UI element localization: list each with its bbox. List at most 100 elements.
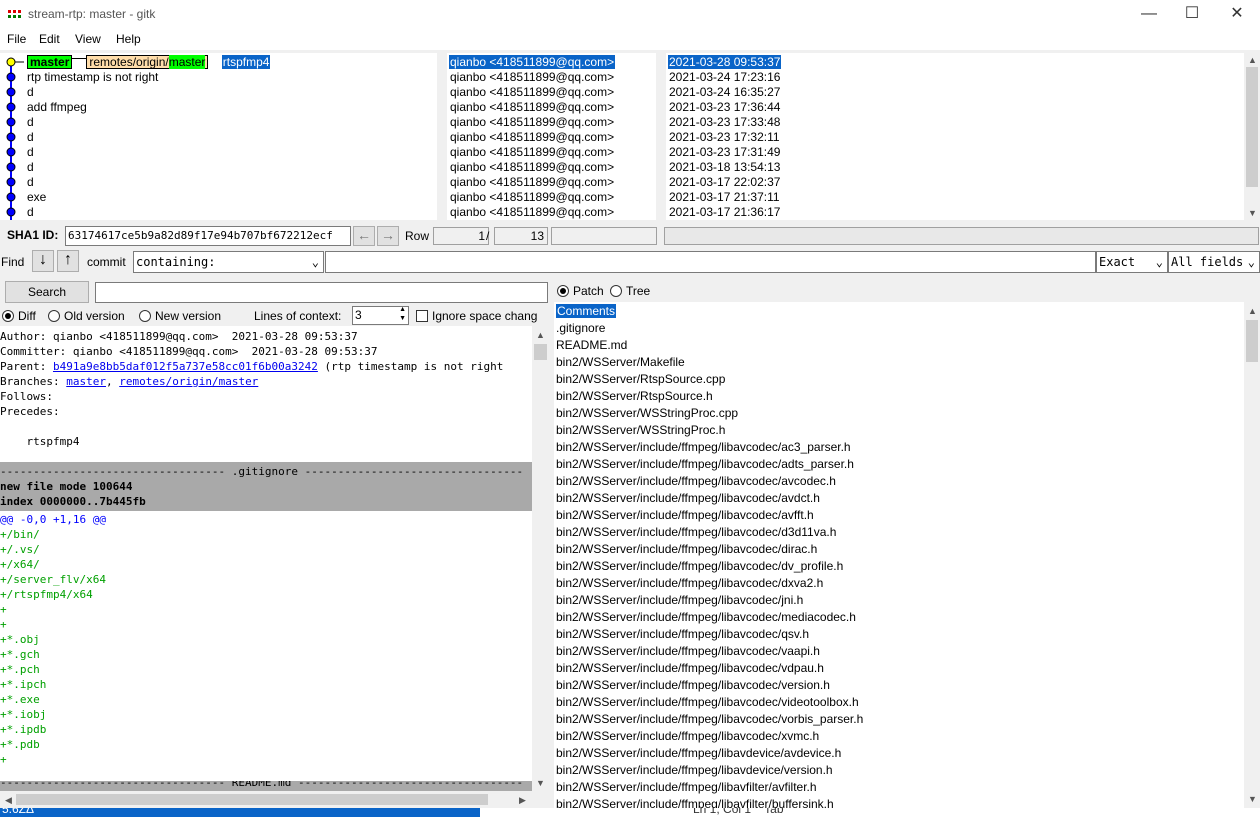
fields-select[interactable]: All fields ⌄ <box>1168 251 1260 273</box>
find-input[interactable] <box>325 251 1096 273</box>
date-cell-selected[interactable]: 2021-03-28 09:53:37 <box>668 55 782 69</box>
menu-file[interactable]: File <box>7 32 26 46</box>
author-cell[interactable]: qianbo <418511899@qq.com> <box>450 85 614 100</box>
ignore-space-checkbox[interactable]: Ignore space chang <box>416 309 543 323</box>
file-item[interactable]: bin2/WSServer/include/ffmpeg/libavcodec/… <box>556 558 843 575</box>
date-cell[interactable]: 2021-03-17 22:02:37 <box>669 175 780 190</box>
search-button[interactable]: Search <box>5 281 89 303</box>
commit-row[interactable]: d <box>27 115 34 130</box>
minimize-button[interactable]: — <box>1126 0 1172 30</box>
match-type-select[interactable]: Exact ⌄ <box>1096 251 1168 273</box>
author-cell[interactable]: qianbo <418511899@qq.com> <box>450 130 614 145</box>
scroll-up-icon[interactable]: ▲ <box>1244 304 1260 318</box>
file-item-comments[interactable]: Comments <box>556 304 617 318</box>
author-cell[interactable]: qianbo <418511899@qq.com> <box>450 115 614 130</box>
scroll-thumb[interactable] <box>16 794 488 805</box>
close-button[interactable]: ✕ <box>1214 0 1260 30</box>
scroll-thumb[interactable] <box>1246 67 1258 187</box>
menu-edit[interactable]: Edit <box>39 32 60 46</box>
commit-row-head[interactable]: master remotes/origin/master rtspfmp4 <box>27 55 271 70</box>
maximize-button[interactable]: ☐ <box>1169 0 1215 30</box>
scroll-right-icon[interactable]: ▶ <box>514 793 531 807</box>
file-item[interactable]: bin2/WSServer/include/ffmpeg/libavcodec/… <box>556 728 819 745</box>
menu-view[interactable]: View <box>75 32 101 46</box>
file-item[interactable]: bin2/WSServer/include/ffmpeg/libavcodec/… <box>556 694 859 711</box>
remote-branch-tag[interactable]: remotes/origin/master <box>86 55 209 69</box>
author-cell[interactable]: qianbo <418511899@qq.com> <box>450 70 614 85</box>
commit-list-pane[interactable]: master remotes/origin/master rtspfmp4 rtp… <box>0 53 437 220</box>
file-item[interactable]: bin2/WSServer/include/ffmpeg/libavcodec/… <box>556 456 854 473</box>
file-list-pane[interactable]: Comments .gitignore README.md bin2/WSSer… <box>554 302 1244 808</box>
commit-row[interactable]: add ffmpeg <box>27 100 87 115</box>
file-item[interactable]: bin2/WSServer/Makefile <box>556 354 685 371</box>
spinner-arrows-icon[interactable]: ▲ ▼ <box>399 307 406 323</box>
diff-hscrollbar[interactable]: ◀ ▶ <box>0 791 532 808</box>
commit-row[interactable]: d <box>27 205 34 220</box>
head-branch-tag[interactable]: master <box>27 55 73 69</box>
commit-row[interactable]: d <box>27 85 34 100</box>
date-cell[interactable]: 2021-03-24 17:23:16 <box>669 70 780 85</box>
menu-help[interactable]: Help <box>116 32 141 46</box>
file-item[interactable]: bin2/WSServer/include/ffmpeg/libavcodec/… <box>556 490 820 507</box>
diff-radio[interactable]: Diff <box>2 309 36 323</box>
author-cell[interactable]: qianbo <418511899@qq.com> <box>450 205 614 220</box>
date-cell[interactable]: 2021-03-17 21:37:11 <box>669 190 780 205</box>
scroll-thumb[interactable] <box>534 344 547 360</box>
file-item[interactable]: bin2/WSServer/include/ffmpeg/libavcodec/… <box>556 575 823 592</box>
find-prev-button[interactable]: ↑ <box>57 250 79 272</box>
parent-hash-link[interactable]: b491a9e8bb5daf012f5a737e58cc01f6b00a3242 <box>53 360 318 373</box>
file-item[interactable]: bin2/WSServer/RtspSource.cpp <box>556 371 725 388</box>
file-item[interactable]: bin2/WSServer/WSStringProc.cpp <box>556 405 738 422</box>
date-list-pane[interactable]: 2021-03-28 09:53:37 2021-03-24 17:23:16 … <box>666 53 1244 220</box>
file-item[interactable]: bin2/WSServer/include/ffmpeg/libavfilter… <box>556 779 817 796</box>
file-item[interactable]: bin2/WSServer/include/ffmpeg/libavcodec/… <box>556 439 851 456</box>
context-spinbox[interactable]: 3 ▲ ▼ <box>352 306 409 325</box>
commit-row[interactable]: d <box>27 145 34 160</box>
scroll-up-icon[interactable]: ▲ <box>1244 53 1260 67</box>
diff-vscrollbar[interactable]: ▲ ▼ <box>532 326 549 791</box>
scroll-thumb[interactable] <box>1246 320 1258 362</box>
date-cell[interactable]: 2021-03-18 13:54:13 <box>669 160 780 175</box>
file-item[interactable]: bin2/WSServer/include/ffmpeg/libavcodec/… <box>556 626 809 643</box>
file-item[interactable]: bin2/WSServer/include/ffmpeg/libavdevice… <box>556 762 833 779</box>
file-item[interactable]: bin2/WSServer/include/ffmpeg/libavcodec/… <box>556 711 863 728</box>
file-list-scrollbar[interactable]: ▲ ▼ <box>1244 302 1260 808</box>
scroll-down-icon[interactable]: ▼ <box>1244 206 1260 220</box>
date-cell[interactable]: 2021-03-23 17:33:48 <box>669 115 780 130</box>
scroll-left-icon[interactable]: ◀ <box>0 793 17 807</box>
file-item[interactable]: bin2/WSServer/include/ffmpeg/libavcodec/… <box>556 507 814 524</box>
old-version-radio[interactable]: Old version <box>48 309 125 323</box>
scroll-down-icon[interactable]: ▼ <box>532 776 549 790</box>
commit-list-scrollbar[interactable]: ▲ ▼ <box>1244 53 1260 220</box>
search-input[interactable] <box>95 282 548 303</box>
date-cell[interactable]: 2021-03-24 16:35:27 <box>669 85 780 100</box>
file-item[interactable]: bin2/WSServer/include/ffmpeg/libavcodec/… <box>556 677 830 694</box>
scroll-down-icon[interactable]: ▼ <box>1244 792 1260 806</box>
date-cell[interactable]: 2021-03-23 17:31:49 <box>669 145 780 160</box>
author-cell[interactable]: qianbo <418511899@qq.com> <box>450 175 614 190</box>
commit-row[interactable]: rtp timestamp is not right <box>27 70 158 85</box>
patch-radio[interactable]: Patch <box>557 284 604 298</box>
file-item[interactable]: bin2/WSServer/include/ffmpeg/libavcodec/… <box>556 524 836 541</box>
commit-row[interactable]: d <box>27 175 34 190</box>
file-item[interactable]: .gitignore <box>556 320 605 337</box>
file-item[interactable]: bin2/WSServer/include/ffmpeg/libavfilter… <box>556 796 834 808</box>
new-version-radio[interactable]: New version <box>139 309 221 323</box>
scroll-up-icon[interactable]: ▲ <box>532 328 549 342</box>
branch-link-master[interactable]: master <box>66 375 106 388</box>
sha1-field[interactable]: 63174617ce5b9a82d89f17e94b707bf672212ecf <box>65 226 351 246</box>
author-cell[interactable]: qianbo <418511899@qq.com> <box>450 145 614 160</box>
file-item[interactable]: bin2/WSServer/include/ffmpeg/libavcodec/… <box>556 592 803 609</box>
file-item[interactable]: bin2/WSServer/WSStringProc.h <box>556 422 725 439</box>
file-item[interactable]: bin2/WSServer/include/ffmpeg/libavdevice… <box>556 745 841 762</box>
tree-radio[interactable]: Tree <box>610 284 650 298</box>
file-item[interactable]: bin2/WSServer/include/ffmpeg/libavcodec/… <box>556 541 817 558</box>
author-cell[interactable]: qianbo <418511899@qq.com> <box>450 160 614 175</box>
author-cell-selected[interactable]: qianbo <418511899@qq.com> <box>449 55 616 69</box>
commit-row[interactable]: exe <box>27 190 46 205</box>
find-next-button[interactable]: ↓ <box>32 250 54 272</box>
back-button[interactable]: ← <box>353 226 375 246</box>
diff-pane[interactable]: Author: qianbo <418511899@qq.com> 2021-0… <box>0 326 532 791</box>
forward-button[interactable]: → <box>377 226 399 246</box>
file-item[interactable]: bin2/WSServer/RtspSource.h <box>556 388 713 405</box>
